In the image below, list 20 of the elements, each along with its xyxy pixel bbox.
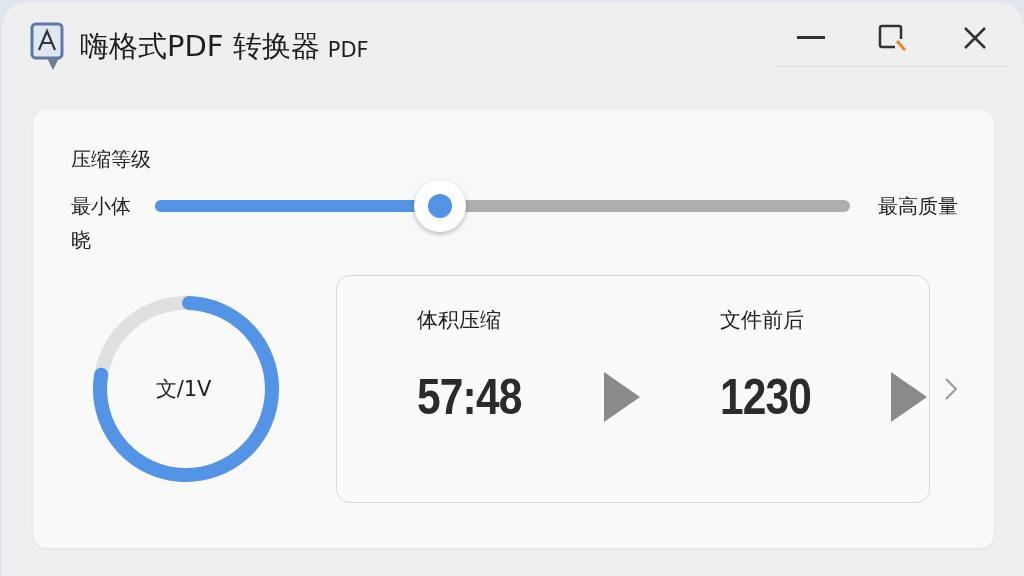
minimize-icon [797,36,825,40]
close-icon [963,26,987,50]
maximize-icon [877,23,909,53]
play-icon [604,372,641,422]
app-icon [30,22,66,72]
stat-heading: 文件前后 [720,307,805,334]
window-title: 嗨格式PDF 转换器 [80,28,320,65]
stat-heading: 体积压缩 [417,307,502,334]
compression-label: 压缩等级 [71,146,151,173]
play-icon [891,372,928,422]
compression-slider[interactable] [155,180,850,232]
title-suffix: PDF [327,38,369,62]
slider-thumb[interactable] [413,180,466,232]
min-label: 最小体晓 [71,193,132,254]
chevron-right-icon [944,377,958,401]
ring-label: 文/1V [155,376,212,403]
stat-value: 57:48 [417,368,522,426]
next-button[interactable] [944,377,958,401]
stat-value: 1230 [720,368,812,426]
max-label: 最高质量 [878,193,958,220]
